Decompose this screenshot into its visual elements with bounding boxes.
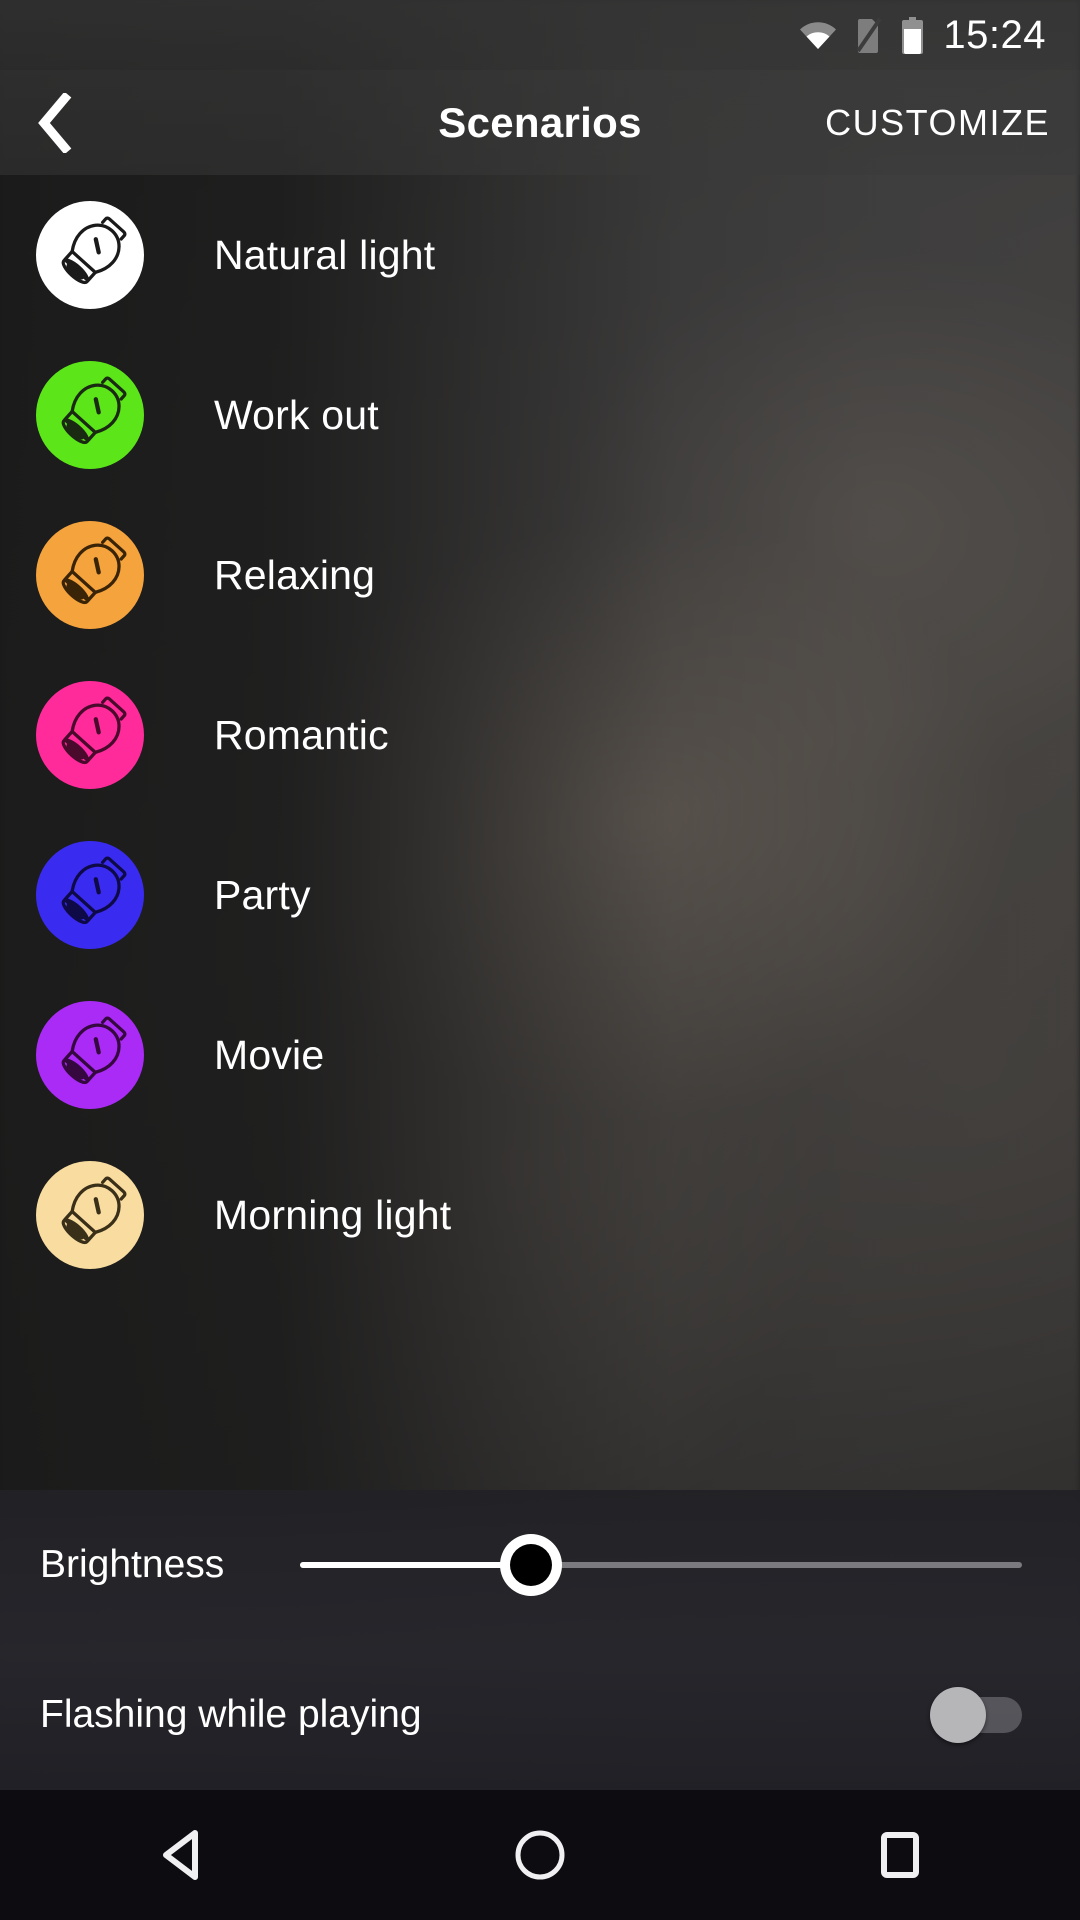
scenario-label: Party bbox=[214, 871, 311, 918]
scenario-row[interactable]: Party bbox=[0, 815, 1080, 975]
control-panel: Brightness Flashing while playing bbox=[0, 1490, 1080, 1790]
nav-home-button[interactable] bbox=[465, 1790, 615, 1920]
scenario-label: Work out bbox=[214, 391, 379, 438]
light-bulb-icon bbox=[61, 376, 127, 445]
scenario-row[interactable]: Relaxing bbox=[0, 495, 1080, 655]
no-sim-icon bbox=[856, 17, 883, 53]
phone-screen: 15:24 Scenarios CUSTOMIZE Natural light W… bbox=[0, 0, 1080, 1920]
scenario-color-swatch bbox=[36, 841, 144, 949]
scenario-row[interactable]: Work out bbox=[0, 335, 1080, 495]
scenario-label: Relaxing bbox=[214, 551, 376, 598]
scenario-color-swatch bbox=[36, 681, 144, 789]
scenario-row[interactable]: Natural light bbox=[0, 175, 1080, 335]
status-bar: 15:24 bbox=[0, 0, 1080, 70]
flashing-toggle[interactable] bbox=[930, 1687, 1022, 1743]
light-bulb-icon bbox=[61, 1016, 127, 1085]
slider-thumb[interactable] bbox=[500, 1534, 563, 1596]
square-recents-icon bbox=[881, 1832, 919, 1878]
scenario-label: Romantic bbox=[214, 711, 389, 758]
scenario-label: Morning light bbox=[214, 1191, 452, 1238]
chevron-left-icon bbox=[38, 92, 72, 153]
status-icons bbox=[798, 16, 925, 54]
scenario-label: Natural light bbox=[214, 231, 436, 278]
wifi-icon bbox=[798, 20, 838, 50]
battery-icon bbox=[900, 16, 925, 54]
nav-back-button[interactable] bbox=[105, 1790, 255, 1920]
flashing-label: Flashing while playing bbox=[40, 1693, 422, 1736]
brightness-label: Brightness bbox=[40, 1543, 225, 1586]
scenario-row[interactable]: Romantic bbox=[0, 655, 1080, 815]
light-bulb-icon bbox=[61, 856, 127, 925]
scenario-color-swatch bbox=[36, 521, 144, 629]
nav-recents-button[interactable] bbox=[825, 1790, 975, 1920]
light-bulb-icon bbox=[61, 536, 127, 605]
scenario-label: Movie bbox=[214, 1031, 325, 1078]
scenario-color-swatch bbox=[36, 1161, 144, 1269]
status-bar-clock: 15:24 bbox=[943, 13, 1046, 57]
slider-fill bbox=[300, 1562, 532, 1568]
triangle-back-icon bbox=[163, 1830, 198, 1880]
back-button[interactable] bbox=[0, 70, 112, 175]
scenario-list[interactable]: Natural light Work out Relaxing Romantic Par… bbox=[0, 175, 1080, 1490]
flashing-row: Flashing while playing bbox=[0, 1640, 1080, 1790]
scenario-row[interactable]: Morning light bbox=[0, 1135, 1080, 1295]
customize-button[interactable]: CUSTOMIZE bbox=[825, 70, 1050, 175]
brightness-slider[interactable] bbox=[300, 1534, 1022, 1596]
scenario-row[interactable]: Movie bbox=[0, 975, 1080, 1135]
light-bulb-icon bbox=[61, 216, 127, 285]
app-bar: Scenarios CUSTOMIZE bbox=[0, 70, 1080, 175]
android-nav-bar bbox=[0, 1790, 1080, 1920]
light-bulb-icon bbox=[61, 696, 127, 765]
brightness-row: Brightness bbox=[0, 1490, 1080, 1640]
scenario-color-swatch bbox=[36, 361, 144, 469]
light-bulb-icon bbox=[61, 1176, 127, 1245]
scenario-color-swatch bbox=[36, 201, 144, 309]
scenario-color-swatch bbox=[36, 1001, 144, 1109]
circle-home-icon bbox=[515, 1830, 565, 1880]
toggle-thumb bbox=[930, 1687, 986, 1743]
